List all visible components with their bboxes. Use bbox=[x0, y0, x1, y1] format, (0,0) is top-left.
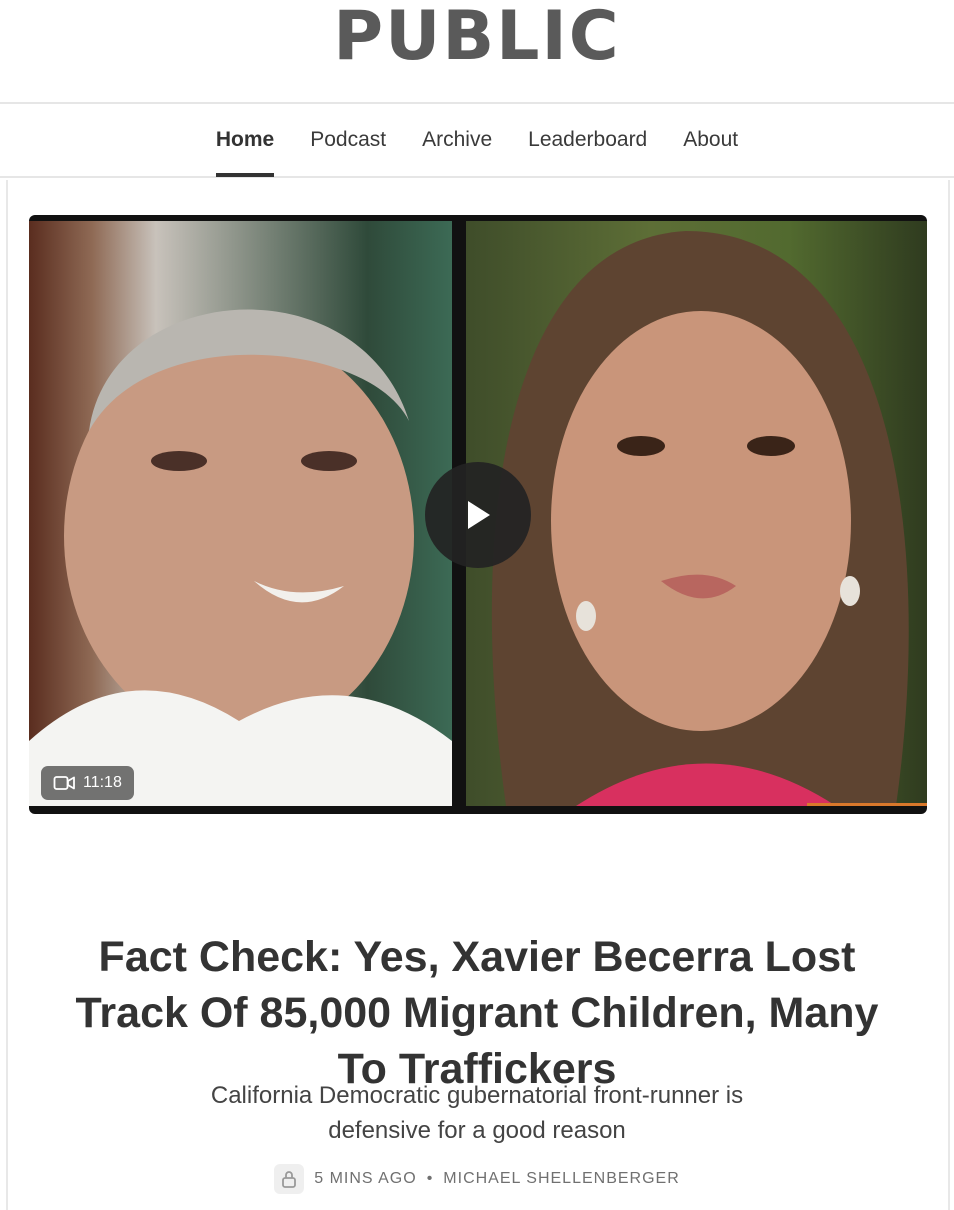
author-link[interactable]: MICHAEL SHELLENBERGER bbox=[443, 1170, 679, 1188]
article-meta: 5 MINS AGO • MICHAEL SHELLENBERGER bbox=[0, 1164, 954, 1194]
nav-podcast[interactable]: Podcast bbox=[292, 103, 404, 177]
duration-text: 11:18 bbox=[83, 774, 122, 791]
masthead: PUBLIC bbox=[0, 0, 954, 104]
duration-badge: 11:18 bbox=[41, 766, 134, 800]
play-icon bbox=[468, 501, 490, 529]
man-portrait-image bbox=[29, 309, 452, 806]
nav-archive[interactable]: Archive bbox=[404, 103, 510, 177]
site-logo[interactable]: PUBLIC bbox=[333, 0, 620, 76]
video-camera-icon bbox=[53, 776, 75, 790]
article-title[interactable]: Fact Check: Yes, Xavier Becerra Lost Tra… bbox=[60, 929, 894, 1097]
video-player[interactable]: 11:18 bbox=[29, 215, 927, 814]
video-thumbnail-right bbox=[466, 221, 927, 806]
main-nav: Home Podcast Archive Leaderboard About bbox=[0, 104, 954, 178]
post-time: 5 MINS AGO bbox=[314, 1170, 417, 1187]
nav-leaderboard[interactable]: Leaderboard bbox=[510, 103, 665, 177]
woman-portrait-image bbox=[491, 231, 909, 806]
video-progress-accent bbox=[807, 803, 927, 806]
article-subtitle: California Democratic gubernatorial fron… bbox=[210, 1082, 744, 1144]
lock-icon bbox=[274, 1164, 305, 1194]
video-thumbnail-left bbox=[29, 221, 452, 806]
play-button[interactable] bbox=[425, 462, 531, 568]
nav-home[interactable]: Home bbox=[198, 103, 292, 177]
meta-separator: • bbox=[426, 1170, 434, 1187]
nav-about[interactable]: About bbox=[665, 103, 756, 177]
